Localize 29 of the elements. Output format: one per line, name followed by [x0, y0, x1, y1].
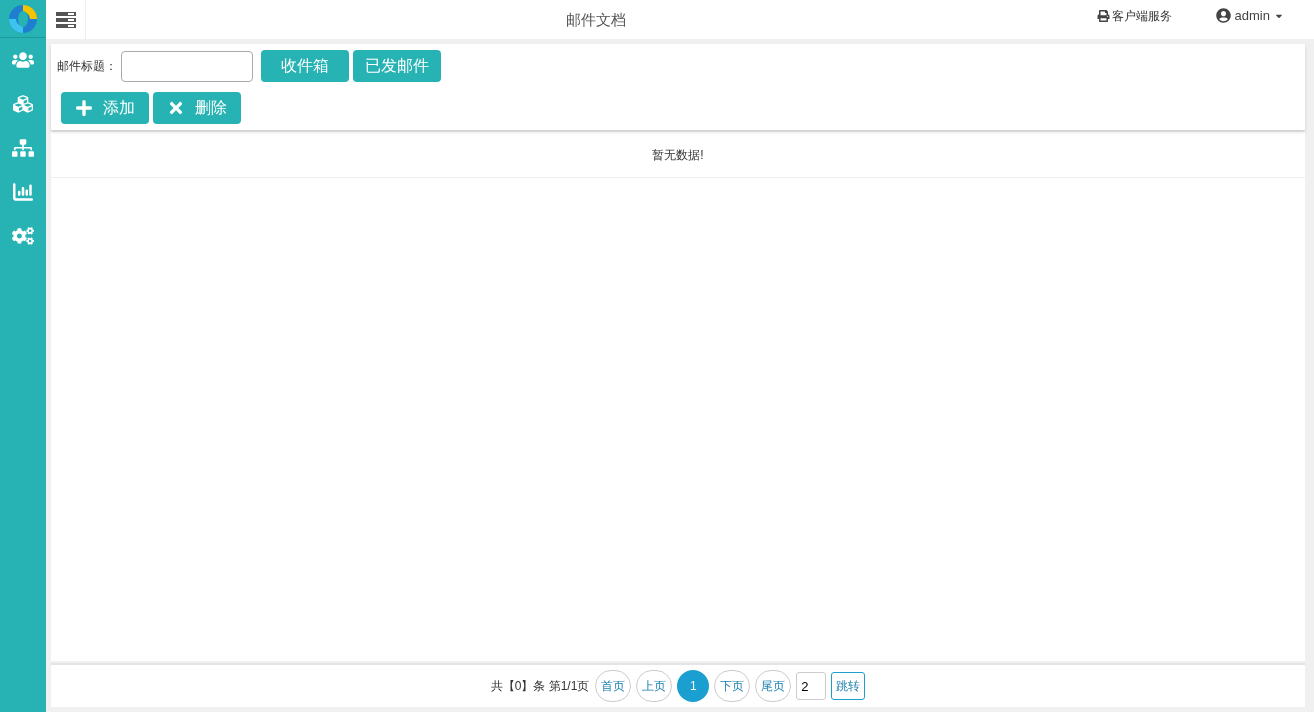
logo-icon[interactable] — [8, 3, 38, 34]
menu-icon[interactable] — [55, 11, 76, 28]
bar-chart-icon[interactable] — [12, 182, 34, 202]
cubes-icon[interactable] — [12, 94, 34, 114]
gears-icon[interactable] — [12, 226, 34, 246]
client-service-link[interactable]: 客户端服务 — [1096, 6, 1172, 25]
sitemap-icon[interactable] — [12, 138, 34, 158]
empty-message: 暂无数据! — [652, 146, 704, 164]
user-avatar-icon — [1215, 8, 1231, 23]
close-icon — [167, 99, 185, 117]
folder-button[interactable]: 已发邮件 — [353, 50, 441, 82]
plus-icon — [75, 99, 93, 117]
jump-button[interactable]: 跳转 — [831, 672, 866, 700]
search-label: 邮件标题： — [57, 58, 117, 75]
add-button[interactable]: 添加 — [61, 92, 149, 124]
page-button[interactable]: 首页 — [595, 670, 632, 702]
printer-icon — [1096, 9, 1110, 22]
page-button[interactable]: 尾页 — [755, 670, 792, 702]
title-input-field[interactable] — [121, 50, 253, 82]
user-menu[interactable]: admin — [1215, 5, 1284, 26]
page-jump-field[interactable]: 2 — [796, 672, 827, 700]
page-button[interactable]: 1 — [677, 670, 710, 702]
folder-button[interactable]: 收件箱 — [261, 50, 349, 82]
page-title: 邮件文档 — [566, 9, 627, 30]
page-button[interactable]: 下页 — [714, 670, 751, 702]
page-summary: 共【0】条 第1/1页 — [490, 678, 590, 695]
page-button[interactable]: 上页 — [636, 670, 673, 702]
delete-button[interactable]: 删除 — [153, 92, 241, 124]
users-icon[interactable] — [12, 50, 34, 70]
